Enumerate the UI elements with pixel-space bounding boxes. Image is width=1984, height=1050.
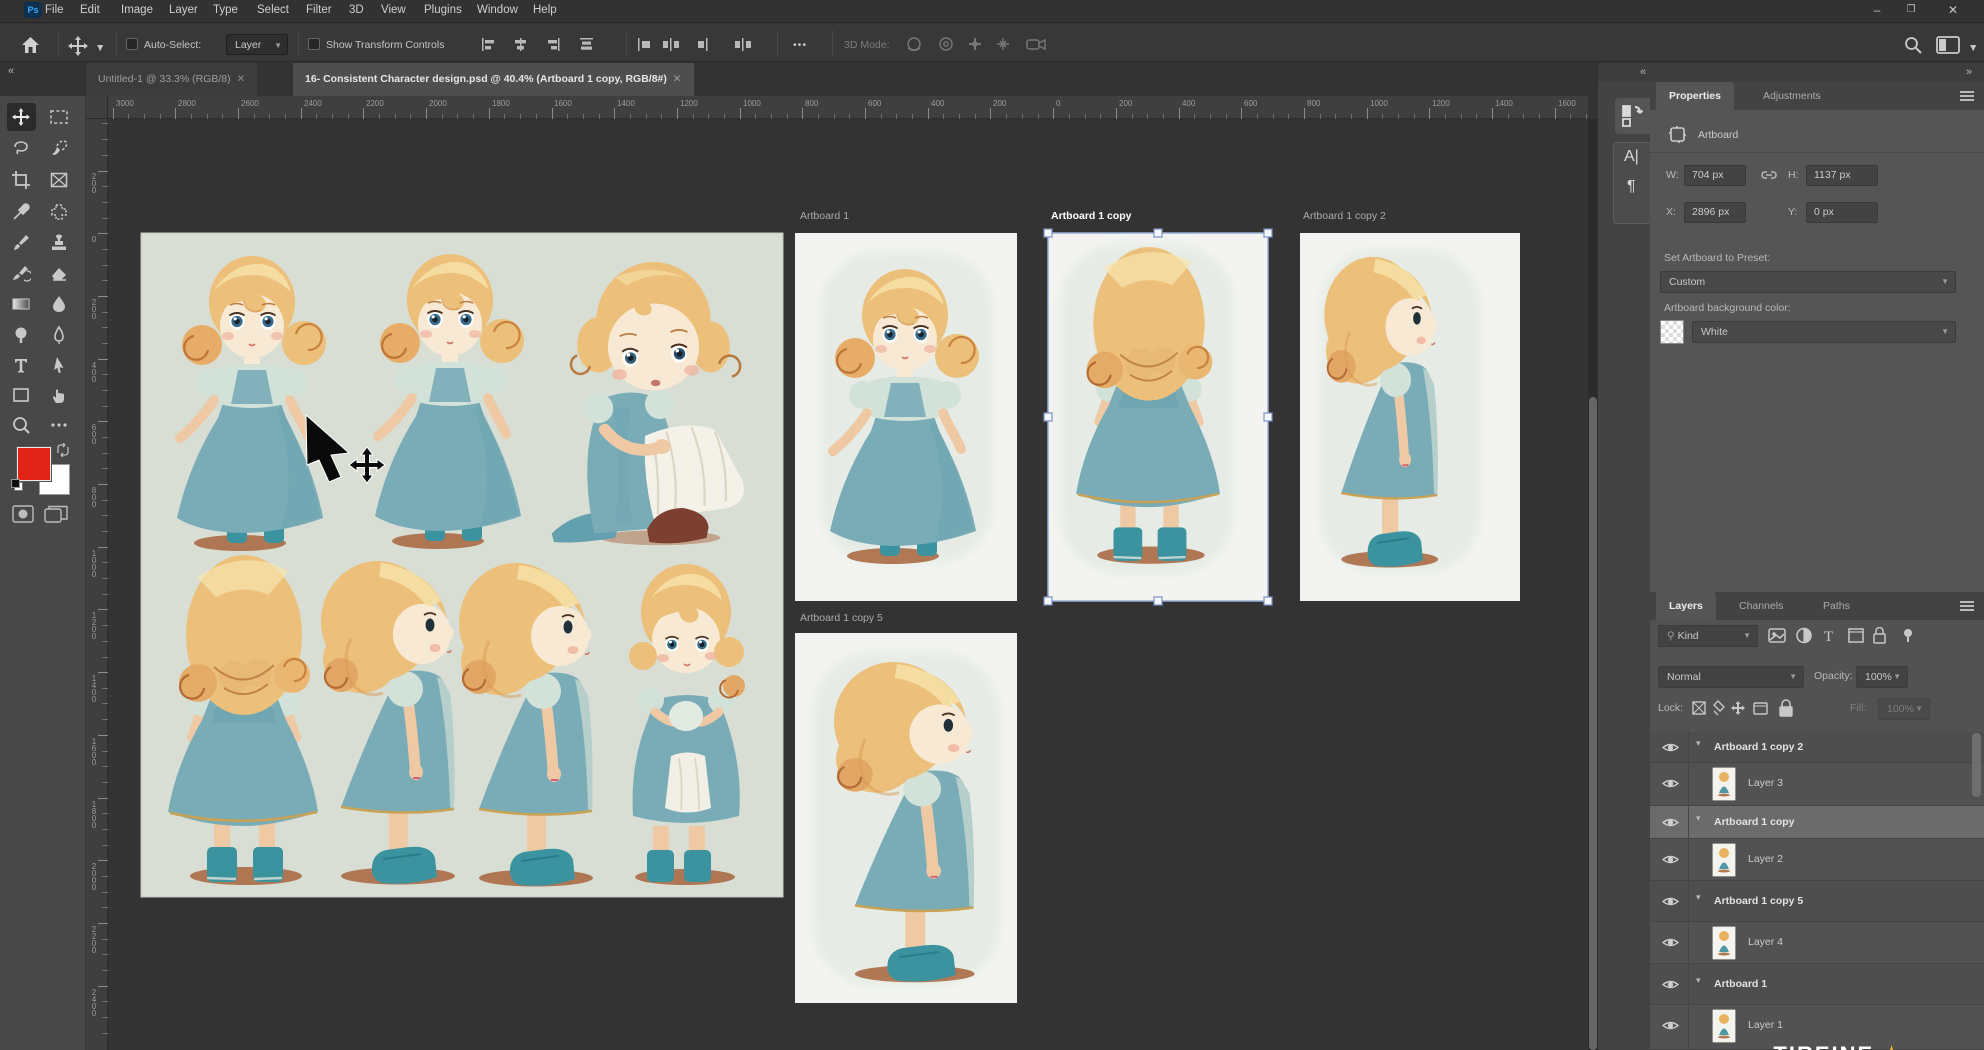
svg-text:T: T xyxy=(1824,629,1833,645)
